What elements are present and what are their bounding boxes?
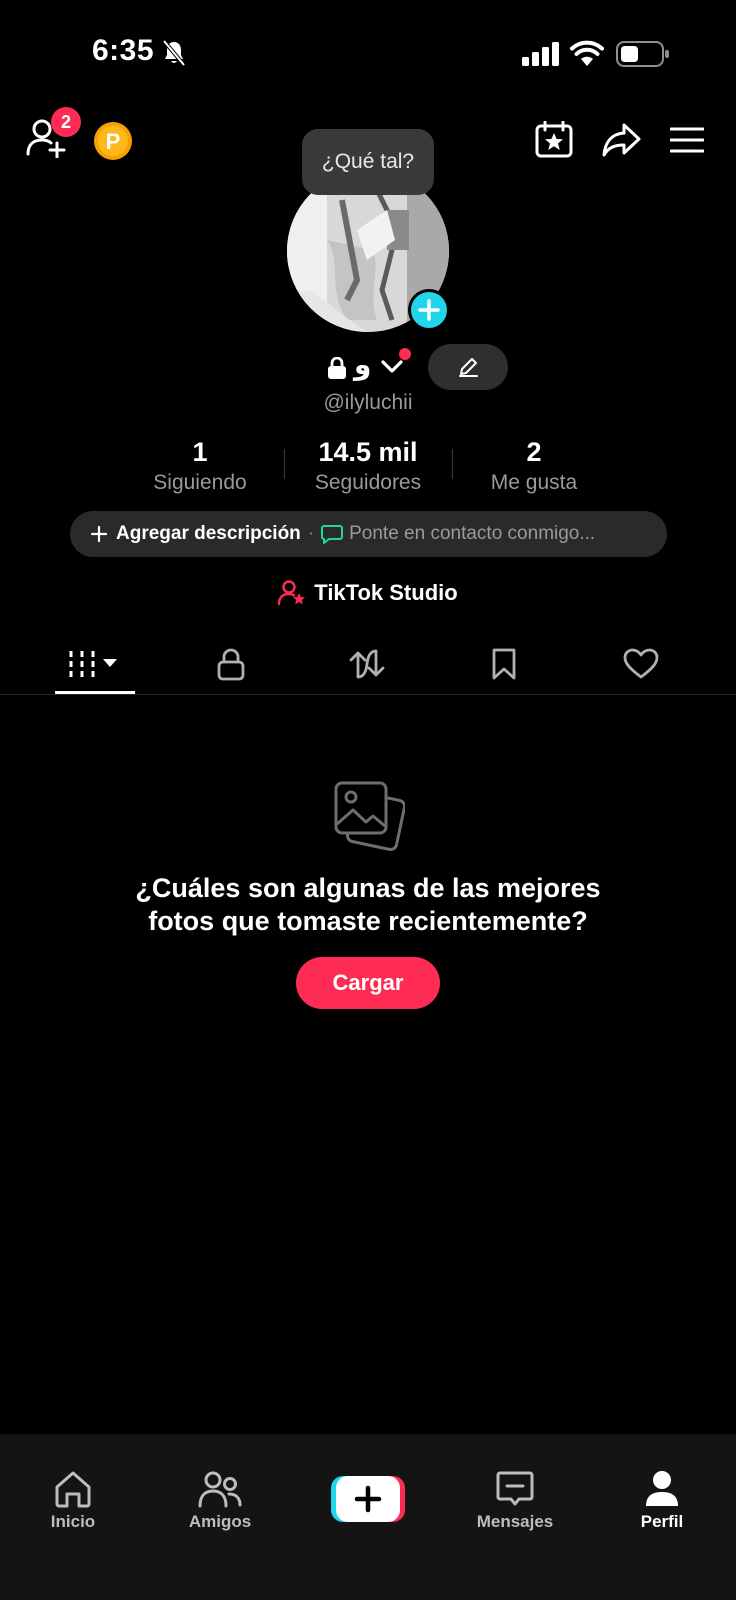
tab-reposts[interactable] xyxy=(327,642,407,686)
tab-private[interactable] xyxy=(191,642,271,686)
stat-divider xyxy=(452,449,453,479)
tab-videos[interactable] xyxy=(55,642,135,686)
nav-messages[interactable]: Mensajes xyxy=(460,1470,570,1532)
studio-label: TikTok Studio xyxy=(314,580,458,605)
nav-profile[interactable]: Perfil xyxy=(607,1470,717,1532)
wifi-icon xyxy=(570,40,604,66)
nav-friends[interactable]: Amigos xyxy=(165,1470,275,1532)
likes-label: Me gusta xyxy=(490,471,578,494)
empty-line-2: fotos que tomaste recientemente? xyxy=(148,906,588,936)
repost-icon xyxy=(349,649,385,679)
heart-icon xyxy=(623,648,659,679)
username: @ilyluchii xyxy=(323,391,413,414)
plus-icon xyxy=(90,525,108,543)
tab-divider xyxy=(0,694,736,695)
videos-grid-icon xyxy=(69,651,117,677)
create-button[interactable] xyxy=(331,1476,405,1522)
chat-bubble-icon xyxy=(321,525,344,544)
menu-button[interactable] xyxy=(670,126,704,154)
tiktok-studio-link[interactable]: TikTok Studio xyxy=(0,580,736,606)
status-time: 6:35 xyxy=(92,34,155,67)
bell-off-icon xyxy=(162,40,186,66)
friend-request-badge: 2 xyxy=(51,107,81,137)
profile-icon xyxy=(646,1471,678,1506)
private-lock-icon xyxy=(327,357,347,379)
following-count[interactable]: 1 xyxy=(130,437,270,468)
coin-icon[interactable]: P xyxy=(93,121,133,161)
add-story-button[interactable] xyxy=(408,289,450,331)
upload-button[interactable]: Cargar xyxy=(296,957,440,1009)
add-description-label[interactable]: Agregar descripción xyxy=(116,523,301,545)
description-pill[interactable]: Agregar descripción · Ponte en contacto … xyxy=(70,511,667,557)
empty-state-text: ¿Cuáles son algunas de las mejores fotos… xyxy=(0,872,736,938)
chevron-down-icon[interactable] xyxy=(381,360,403,374)
nav-friends-label: Amigos xyxy=(188,1512,252,1531)
share-button[interactable] xyxy=(602,122,642,158)
display-name: و xyxy=(354,348,372,381)
create-plus-icon xyxy=(331,1476,405,1522)
likes-count[interactable]: 2 xyxy=(464,437,604,468)
lock-icon xyxy=(217,648,245,681)
battery-icon xyxy=(616,41,670,67)
tab-favorites[interactable] xyxy=(464,642,544,686)
nav-home-label: Inicio xyxy=(50,1512,96,1531)
nav-messages-label: Mensajes xyxy=(476,1512,554,1531)
photos-icon xyxy=(333,780,405,852)
tab-liked[interactable] xyxy=(601,642,681,686)
home-icon xyxy=(55,1471,91,1508)
stat-divider xyxy=(284,449,285,479)
friends-icon xyxy=(198,1471,242,1508)
following-label: Siguiendo xyxy=(153,471,247,494)
messages-icon xyxy=(496,1471,534,1506)
separator: · xyxy=(307,523,315,544)
edit-profile-button[interactable] xyxy=(428,344,508,390)
empty-line-1: ¿Cuáles son algunas de las mejores xyxy=(135,873,601,903)
calendar-star-button[interactable] xyxy=(535,121,575,159)
nav-home[interactable]: Inicio xyxy=(18,1470,128,1532)
signal-icon xyxy=(522,42,560,66)
studio-person-star-icon xyxy=(278,580,306,606)
pencil-icon xyxy=(459,358,478,377)
notification-dot xyxy=(399,348,411,360)
followers-count[interactable]: 14.5 mil xyxy=(288,437,448,468)
followers-label: Seguidores xyxy=(314,471,422,494)
coin-letter: P xyxy=(106,129,121,154)
bookmark-icon xyxy=(492,648,516,680)
status-bubble[interactable]: ¿Qué tal? xyxy=(302,129,434,195)
nav-profile-label: Perfil xyxy=(640,1512,684,1531)
contact-label[interactable]: Ponte en contacto conmigo... xyxy=(349,523,595,545)
